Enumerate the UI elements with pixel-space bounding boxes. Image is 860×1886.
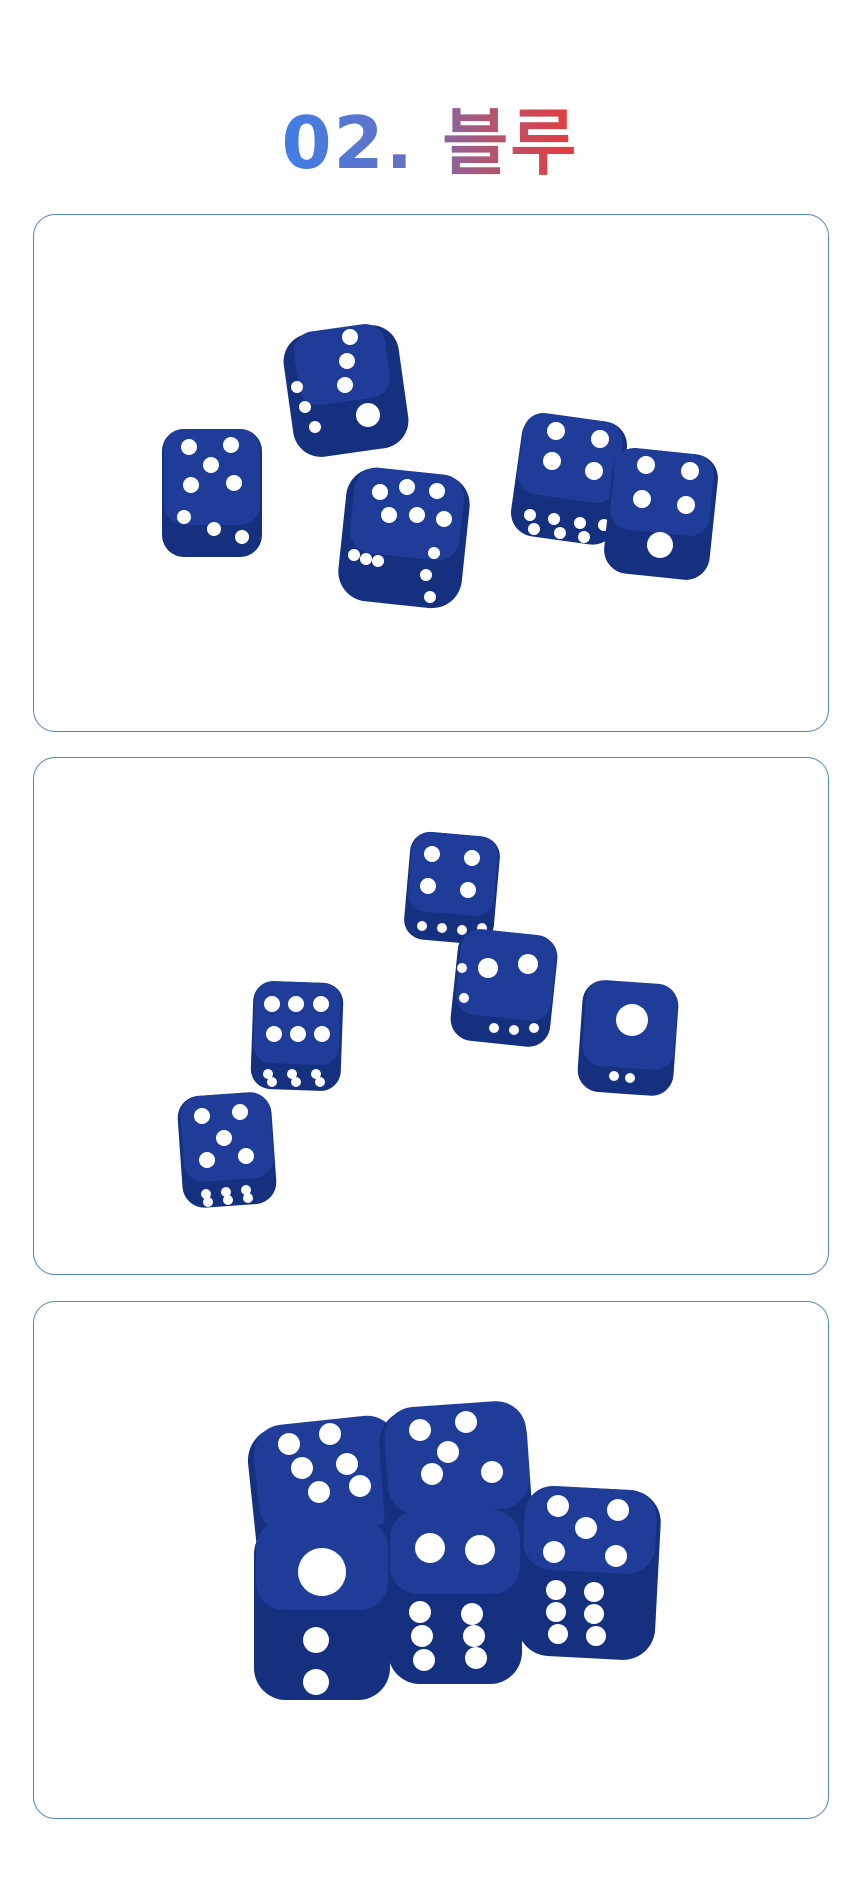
die-10 bbox=[177, 1092, 277, 1208]
dice-photo-scattered bbox=[162, 324, 718, 609]
die-14 bbox=[388, 1510, 522, 1684]
dice-photo-cluster bbox=[247, 1401, 661, 1700]
die-15 bbox=[517, 1486, 661, 1660]
die-7 bbox=[450, 929, 558, 1047]
page-title: 02. 블루 bbox=[281, 84, 578, 189]
die-13 bbox=[254, 1520, 390, 1700]
dice-photo-spread bbox=[177, 831, 679, 1208]
photo-panel-2 bbox=[33, 757, 829, 1275]
title-area: 02. 블루 bbox=[0, 96, 860, 185]
die-8 bbox=[577, 980, 679, 1096]
photo-panel-1 bbox=[33, 214, 829, 732]
die-1 bbox=[162, 429, 262, 557]
die-2 bbox=[283, 324, 409, 457]
photo-panel-3 bbox=[33, 1301, 829, 1819]
die-5 bbox=[604, 447, 718, 580]
die-3 bbox=[338, 467, 470, 609]
die-6 bbox=[404, 831, 500, 945]
die-9 bbox=[250, 981, 344, 1091]
